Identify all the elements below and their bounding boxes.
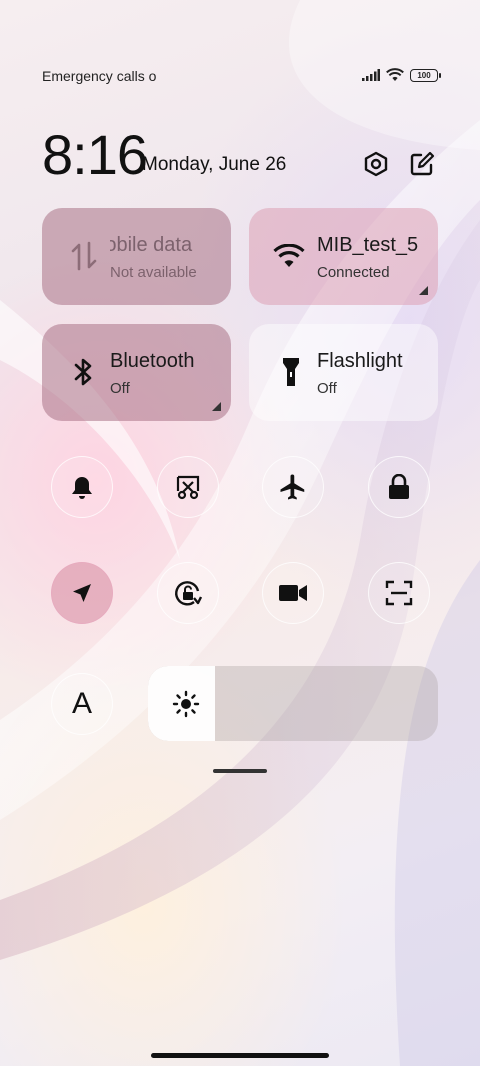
carrier-text: Emergency calls o [42, 68, 157, 84]
clock: 8:16 [42, 123, 148, 186]
brightness-slider[interactable] [148, 666, 438, 741]
bluetooth-status: Off [110, 380, 130, 397]
bluetooth-icon [68, 356, 100, 388]
mobile-data-title: obile data [110, 234, 193, 256]
lock-screen-toggle[interactable] [368, 456, 430, 518]
rotation-lock-toggle[interactable] [157, 562, 219, 624]
airplane-icon [280, 474, 305, 500]
flashlight-tile[interactable]: Flashlight Off [249, 324, 438, 421]
wifi-icon [386, 68, 404, 81]
date: Monday, June 26 [142, 154, 287, 175]
edit-icon[interactable] [406, 148, 438, 180]
video-camera-icon [279, 585, 307, 601]
rotation-lock-icon [175, 581, 203, 606]
lock-icon [389, 474, 409, 499]
location-toggle[interactable] [51, 562, 113, 624]
screen-recorder-toggle[interactable] [262, 562, 324, 624]
font-a-icon: A [71, 687, 92, 720]
bluetooth-title: Bluetooth [110, 350, 195, 372]
bluetooth-tile[interactable]: Bluetooth Off [42, 324, 231, 421]
signal-icon [362, 69, 380, 81]
mobile-data-icon [68, 240, 100, 272]
mobile-data-tile[interactable]: obile data Not available [42, 208, 231, 305]
scan-icon [385, 580, 413, 606]
control-center: Emergency calls o 100 8:16 Monday, June … [0, 0, 480, 1066]
scanner-toggle[interactable] [368, 562, 430, 624]
bell-icon [72, 477, 92, 499]
expand-corner-icon[interactable] [419, 286, 428, 295]
battery-icon: 100 [410, 68, 441, 82]
panel-drag-handle[interactable] [213, 769, 267, 773]
gesture-nav-bar[interactable] [151, 1053, 329, 1058]
location-arrow-icon [73, 584, 91, 602]
mobile-data-status: Not available [110, 264, 197, 281]
wifi-icon [273, 240, 305, 272]
sound-toggle[interactable] [51, 456, 113, 518]
status-icons: 100 [362, 68, 441, 82]
sun-icon [172, 690, 200, 718]
expand-corner-icon[interactable] [212, 402, 221, 411]
wifi-tile[interactable]: MIB_test_5 Connected [249, 208, 438, 305]
wifi-status: Connected [317, 264, 390, 281]
flashlight-icon [275, 356, 307, 388]
flashlight-status: Off [317, 380, 337, 397]
reading-mode-toggle[interactable]: A [51, 673, 113, 735]
screenshot-scissors-icon [176, 475, 200, 500]
settings-icon[interactable] [360, 148, 392, 180]
screenshot-toggle[interactable] [157, 456, 219, 518]
status-bar: Emergency calls o 100 [42, 60, 441, 90]
wifi-network-name: MIB_test_5 [317, 234, 419, 256]
flashlight-title: Flashlight [317, 350, 403, 372]
airplane-mode-toggle[interactable] [262, 456, 324, 518]
